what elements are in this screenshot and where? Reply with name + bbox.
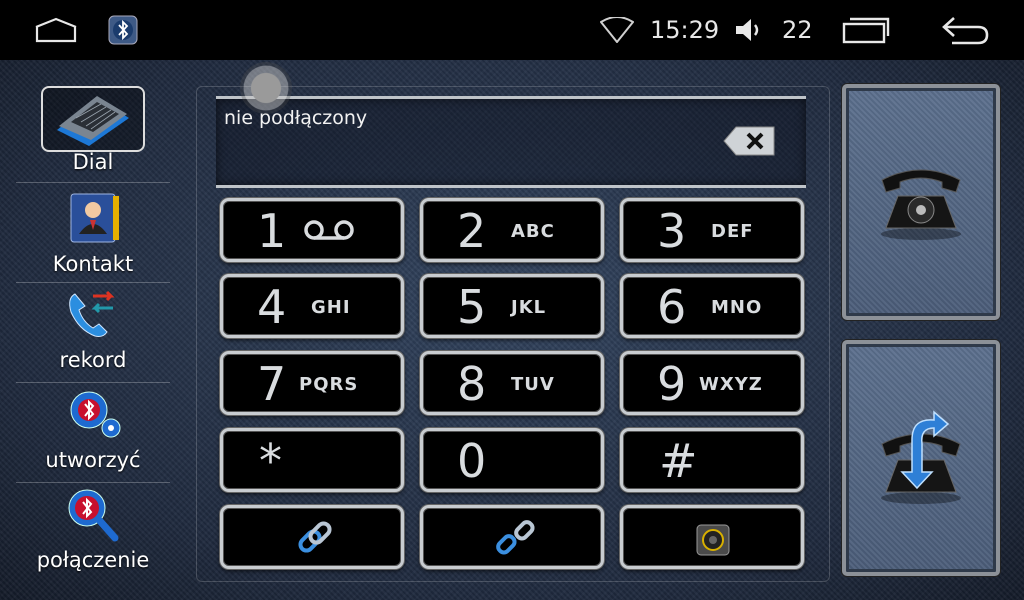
key-0[interactable]: 0 <box>420 428 604 492</box>
key-letters: GHI <box>311 297 351 318</box>
key-digit: 2 <box>457 204 487 258</box>
number-display[interactable]: nie podłączony <box>216 96 806 188</box>
call-log-icon <box>63 286 123 342</box>
hangup-button[interactable] <box>842 340 1000 576</box>
connection-status: nie podłączony <box>224 107 368 129</box>
touch-indicator <box>240 62 292 114</box>
wifi-icon <box>600 0 634 60</box>
key-digit: 5 <box>457 280 487 334</box>
key-hash[interactable]: # <box>620 428 804 492</box>
key-letters: TUV <box>511 374 555 395</box>
key-digit: * <box>259 434 282 488</box>
home-icon[interactable] <box>34 0 78 60</box>
bluetooth-search-icon <box>63 486 123 542</box>
sidebar-item-label: rekord <box>59 348 127 372</box>
sidebar: Dial Kontakt rekord utworzyć połączenie <box>16 84 170 584</box>
key-letters: PQRS <box>299 374 359 395</box>
sidebar-item-dial[interactable]: Dial <box>16 84 170 182</box>
key-4[interactable]: 4 GHI <box>220 274 404 338</box>
clock: 15:29 <box>650 16 720 44</box>
link-button[interactable] <box>220 505 404 569</box>
key-7[interactable]: 7 PQRS <box>220 351 404 415</box>
key-digit: 0 <box>457 434 487 488</box>
key-letters: ABC <box>511 221 555 242</box>
sidebar-item-utworzyc[interactable]: utworzyć <box>16 382 170 480</box>
voicemail-icon <box>303 219 355 245</box>
sidebar-item-kontakt[interactable]: Kontakt <box>16 186 170 284</box>
key-digit: # <box>659 434 698 488</box>
status-bar: 15:29 22 <box>0 0 1024 60</box>
key-letters: MNO <box>711 297 763 318</box>
key-digit: 6 <box>657 280 687 334</box>
key-letters: JKL <box>511 297 547 318</box>
sidebar-item-rekord[interactable]: rekord <box>16 282 170 380</box>
speaker-button[interactable] <box>620 505 804 569</box>
link-icon <box>293 517 337 565</box>
key-digit: 7 <box>257 357 287 411</box>
back-icon[interactable] <box>940 0 990 60</box>
key-3[interactable]: 3 DEF <box>620 198 804 262</box>
key-letters: WXYZ <box>699 374 763 395</box>
sidebar-item-label: Kontakt <box>52 252 134 276</box>
backspace-icon[interactable] <box>722 125 776 157</box>
call-button[interactable] <box>842 84 1000 320</box>
volume-level: 22 <box>782 16 813 44</box>
bluetooth-app-icon[interactable] <box>108 0 138 60</box>
key-2[interactable]: 2 ABC <box>420 198 604 262</box>
key-8[interactable]: 8 TUV <box>420 351 604 415</box>
key-1[interactable]: 1 <box>220 198 404 262</box>
sidebar-item-label: utworzyć <box>45 448 141 472</box>
speaker-icon <box>691 517 735 565</box>
sidebar-item-label: połączenie <box>36 548 150 572</box>
sidebar-item-label: Dial <box>72 150 114 174</box>
unlink-button[interactable] <box>420 505 604 569</box>
key-6[interactable]: 6 MNO <box>620 274 804 338</box>
key-9[interactable]: 9 WXYZ <box>620 351 804 415</box>
bluetooth-settings-icon <box>63 386 123 442</box>
sidebar-divider <box>16 182 170 183</box>
key-star[interactable]: * <box>220 428 404 492</box>
contacts-book-icon <box>63 190 123 246</box>
volume-icon[interactable] <box>734 0 766 60</box>
sidebar-item-polaczenie[interactable]: połączenie <box>16 482 170 580</box>
key-letters: DEF <box>711 221 754 242</box>
key-5[interactable]: 5 JKL <box>420 274 604 338</box>
key-digit: 8 <box>457 357 487 411</box>
key-digit: 3 <box>657 204 687 258</box>
unlink-icon <box>493 517 537 565</box>
key-digit: 4 <box>257 280 287 334</box>
recent-apps-icon[interactable] <box>842 0 890 60</box>
key-digit: 9 <box>657 357 687 411</box>
key-digit: 1 <box>257 204 287 258</box>
keyboard-icon <box>41 86 145 152</box>
